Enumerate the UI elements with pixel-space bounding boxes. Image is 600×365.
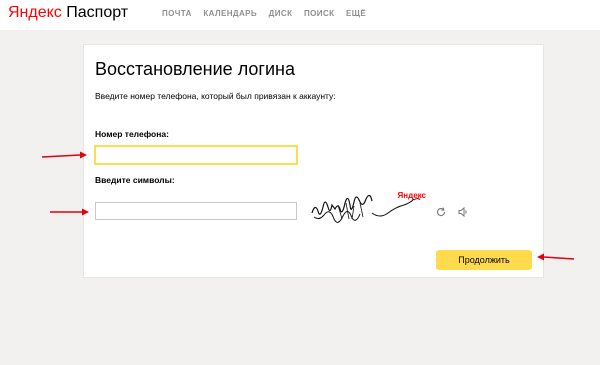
top-nav: ПОЧТА КАЛЕНДАРЬ ДИСК ПОИСК ЕЩЁ [162,9,375,18]
captcha-label: Введите символы: [95,175,175,185]
red-arrow-icon [41,151,87,159]
nav-item-calendar[interactable]: КАЛЕНДАРЬ [203,9,257,18]
refresh-icon[interactable] [435,205,447,217]
continue-button[interactable]: Продолжить [436,250,532,270]
nav-item-mail[interactable]: ПОЧТА [162,9,192,18]
nav-item-search[interactable]: ПОИСК [304,9,334,18]
captcha-brand-text: Яндекс [397,191,426,200]
speaker-icon[interactable] [457,205,469,218]
red-arrow-icon [537,253,575,261]
instruction-text: Введите номер телефона, который был прив… [95,91,336,101]
captcha-image: Яндекс [310,191,428,231]
captcha-input [95,202,297,220]
red-arrow-icon [50,208,89,216]
phone-input[interactable] [95,146,297,164]
yandex-passport-logo[interactable]: Яндекс Паспорт [8,4,128,22]
page-title: Восстановление логина [95,59,295,79]
phone-label: Номер телефона: [95,129,169,139]
nav-item-more[interactable]: ЕЩЁ [346,9,366,18]
logo-product: Паспорт [66,4,129,21]
logo-brand: Яндекс [8,4,62,21]
top-bar: Яндекс Паспорт ПОЧТА КАЛЕНДАРЬ ДИСК ПОИС… [0,0,600,30]
nav-item-disk[interactable]: ДИСК [269,9,293,18]
recovery-card: Восстановление логина Введите номер теле… [83,44,544,278]
